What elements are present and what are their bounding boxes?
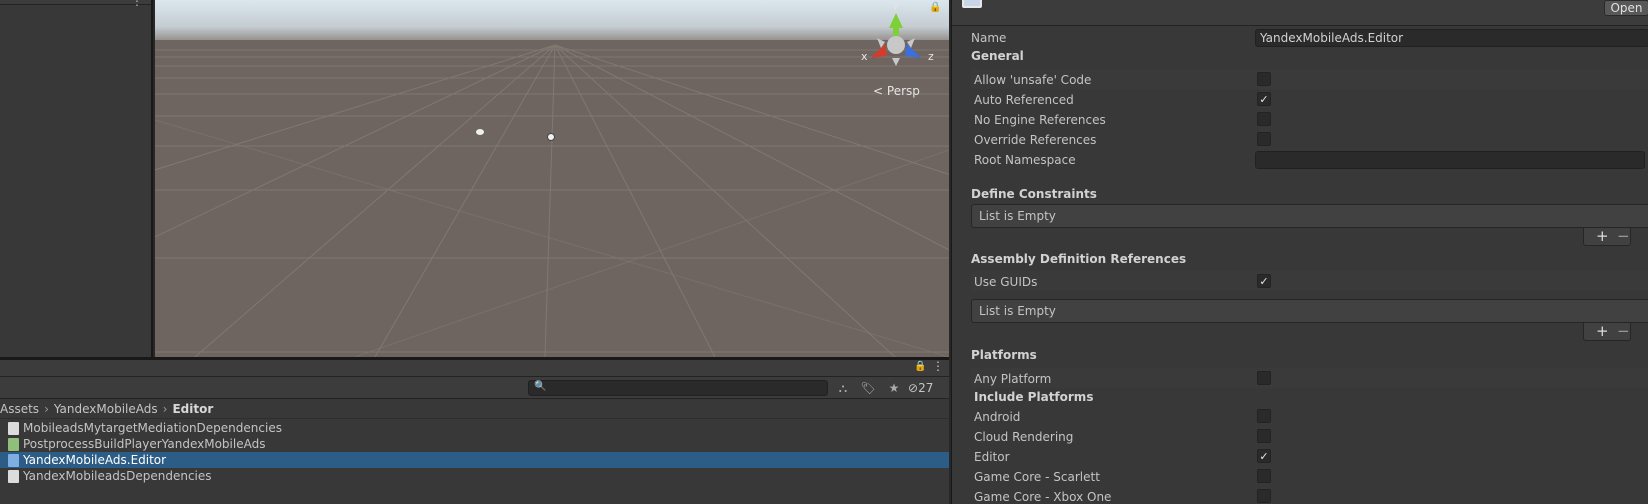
file-name: YandexMobileadsDependencies [23, 469, 212, 483]
list-empty-text: List is Empty [979, 209, 1056, 223]
file-row[interactable]: YandexMobileadsDependencies [0, 468, 949, 484]
project-menu-icon[interactable]: ⋮ [932, 359, 944, 373]
gizmo-z-label: z [928, 50, 934, 63]
project-search-input[interactable]: 🔍 [528, 380, 828, 396]
any-platform-checkbox[interactable] [1257, 371, 1271, 385]
csharp-script-icon [8, 438, 19, 451]
asm-refs-header: Assembly Definition References [971, 252, 1187, 266]
search-icon: 🔍 [534, 381, 547, 392]
override-references-checkbox[interactable] [1257, 132, 1271, 146]
file-row[interactable]: MobileadsMytargetMediationDependencies [0, 420, 949, 436]
platforms-header: Platforms [971, 348, 1037, 362]
persp-label: Persp [886, 84, 920, 98]
platform-cloud-rendering-label: Cloud Rendering [974, 430, 1074, 444]
file-name: YandexMobileAds.Editor [23, 453, 167, 467]
text-file-icon [8, 470, 19, 483]
breadcrumb-chevron-icon: › [162, 402, 168, 416]
remove-icon[interactable]: − [1617, 228, 1630, 245]
no-engine-references-label: No Engine References [974, 113, 1106, 127]
asm-refs-list: List is Empty [971, 299, 1648, 323]
no-engine-references-checkbox[interactable] [1257, 112, 1271, 126]
gizmo-y-label: y [893, 1, 899, 11]
breadcrumb-chevron-icon: › [44, 402, 49, 416]
list-empty-text: List is Empty [979, 304, 1056, 318]
override-references-label: Override References [974, 133, 1097, 147]
platform-editor-label: Editor [974, 450, 1010, 464]
platform-editor-checkbox[interactable]: ✓ [1257, 449, 1271, 463]
add-icon[interactable]: + [1596, 323, 1609, 340]
hierarchy-panel: ⋮ [0, 0, 153, 357]
breadcrumb-assets[interactable]: Assets [0, 402, 39, 416]
define-constraints-header: Define Constraints [971, 187, 1097, 201]
platform-scarlett-checkbox[interactable] [1257, 469, 1271, 483]
platform-scarlett-label: Game Core - Scarlett [974, 470, 1100, 484]
open-button[interactable]: Open [1604, 0, 1648, 16]
add-icon[interactable]: + [1596, 228, 1609, 245]
hierarchy-header [0, 0, 151, 5]
use-guids-checkbox[interactable]: ✓ [1257, 274, 1271, 288]
search-by-label-icon[interactable]: 🏷 [857, 379, 879, 397]
file-row[interactable]: PostprocessBuildPlayerYandexMobileAds [0, 436, 949, 452]
any-platform-row [971, 368, 1648, 388]
eye-slash-icon: ⊘ [908, 381, 919, 395]
text-file-icon [8, 422, 19, 435]
assembly-definition-icon [8, 454, 19, 467]
persp-toggle[interactable]: < Persp [873, 84, 920, 98]
root-namespace-field[interactable] [1255, 151, 1645, 169]
search-by-type-icon[interactable]: ⛬ [832, 379, 854, 397]
file-name: PostprocessBuildPlayerYandexMobileAds [23, 437, 266, 451]
project-lock-icon[interactable]: 🔒 [914, 361, 926, 372]
orientation-gizmo[interactable]: x y z [851, 0, 941, 80]
allow-unsafe-checkbox[interactable] [1257, 72, 1271, 86]
define-constraints-list: List is Empty [971, 204, 1648, 228]
project-tab-bar: 🔒 ⋮ [0, 359, 949, 377]
use-guids-label: Use GUIDs [974, 275, 1038, 289]
auto-referenced-label: Auto Referenced [974, 93, 1074, 107]
use-guids-row [971, 271, 1648, 291]
include-platforms-header: Include Platforms [974, 390, 1094, 404]
breadcrumb-editor[interactable]: Editor [172, 402, 213, 416]
persp-arrow-icon: < [873, 84, 884, 98]
gizmo-x-label: x [861, 50, 868, 63]
favorites-star-icon[interactable]: ★ [883, 379, 905, 397]
name-field[interactable]: YandexMobileAds.Editor [1255, 29, 1648, 47]
platform-android-checkbox[interactable] [1257, 409, 1271, 423]
platform-xbox-one-label: Game Core - Xbox One [974, 490, 1112, 504]
hidden-count: 27 [918, 381, 934, 395]
remove-icon[interactable]: − [1617, 323, 1630, 340]
define-constraints-add-remove: + − [1583, 228, 1631, 246]
file-name: MobileadsMytargetMediationDependencies [23, 421, 282, 435]
scene-view[interactable]: 🔒 x y z < Persp [155, 0, 949, 357]
inspector-panel: Open Name YandexMobileAds.Editor General… [951, 0, 1648, 504]
platform-xbox-one-checkbox[interactable] [1257, 489, 1271, 503]
file-row-selected[interactable]: YandexMobileAds.Editor [0, 452, 949, 468]
platform-android-label: Android [974, 410, 1021, 424]
file-list: MobileadsMytargetMediationDependencies P… [0, 420, 949, 484]
scene-grid [155, 0, 949, 357]
project-toolbar: 🔍 ⛬ 🏷 ★ ⊘27 [0, 377, 949, 399]
name-label: Name [971, 31, 1007, 45]
auto-referenced-checkbox[interactable]: ✓ [1257, 92, 1271, 106]
general-header: General [971, 49, 1024, 63]
breadcrumb-yandexmobileads[interactable]: YandexMobileAds [54, 402, 158, 416]
any-platform-label: Any Platform [974, 372, 1052, 386]
inspector-header: Open [952, 0, 1648, 26]
breadcrumb: Assets › YandexMobileAds › Editor [0, 399, 949, 419]
hierarchy-menu-icon[interactable]: ⋮ [131, 0, 143, 8]
project-window: 🔒 ⋮ 🔍 ⛬ 🏷 ★ ⊘27 Assets › YandexMobileAds › E… [0, 359, 949, 504]
assembly-definition-icon [962, 0, 982, 8]
asm-refs-add-remove: + − [1583, 323, 1631, 341]
allow-unsafe-label: Allow 'unsafe' Code [974, 73, 1092, 87]
root-namespace-label: Root Namespace [974, 153, 1076, 167]
hidden-packages-toggle[interactable]: ⊘27 [908, 379, 933, 397]
platform-cloud-rendering-checkbox[interactable] [1257, 429, 1271, 443]
